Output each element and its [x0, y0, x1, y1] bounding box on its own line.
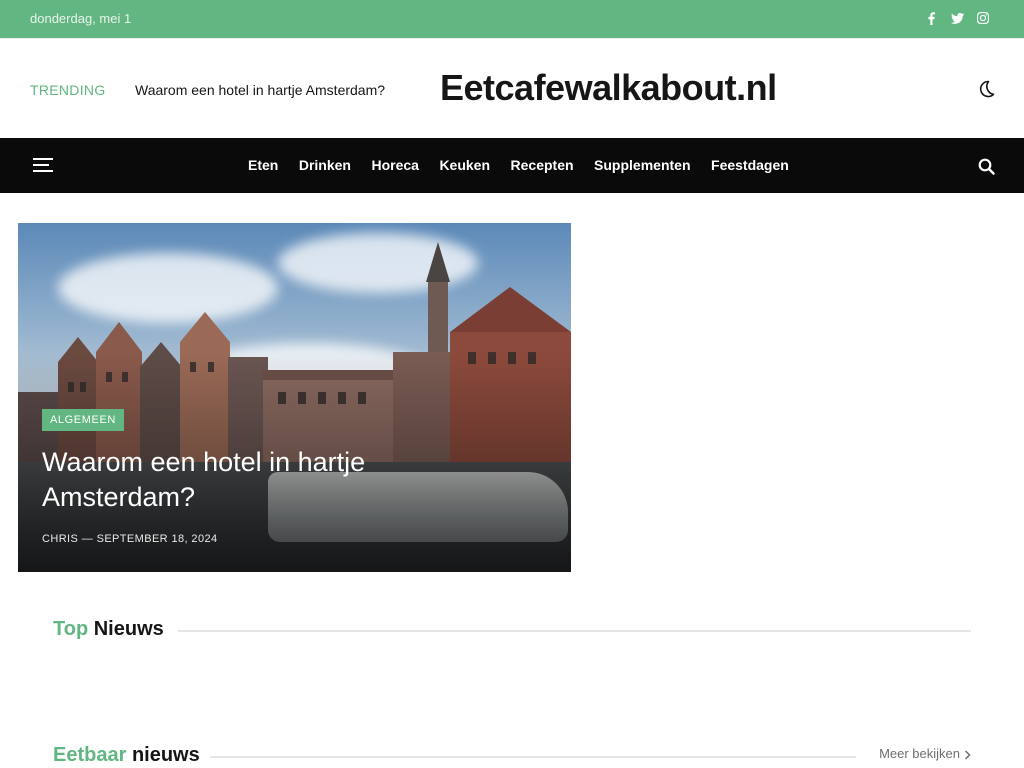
instagram-icon[interactable] — [976, 10, 990, 26]
nav-item-eten[interactable]: Eten — [248, 157, 278, 173]
moon-icon — [979, 80, 995, 98]
section-divider — [210, 756, 856, 758]
twitter-icon[interactable] — [950, 10, 964, 26]
current-date: donderdag, mei 1 — [30, 11, 132, 26]
post-author[interactable]: CHRIS — [42, 533, 78, 545]
menu-icon[interactable] — [33, 158, 53, 174]
nav-item-drinken[interactable]: Drinken — [299, 157, 351, 173]
section-title: Eetbaar nieuws — [53, 744, 200, 766]
post-meta: CHRIS — SEPTEMBER 18, 2024 — [42, 533, 218, 545]
featured-post[interactable]: ALGEMEEN Waarom een hotel in hartje Amst… — [18, 223, 571, 572]
facebook-icon[interactable] — [924, 10, 938, 26]
social-links — [924, 10, 990, 26]
section-eetbaar-nieuws: Eetbaar nieuws Meer bekijken — [53, 744, 971, 768]
category-badge[interactable]: ALGEMEEN — [42, 409, 124, 431]
post-date: SEPTEMBER 18, 2024 — [96, 533, 218, 545]
trending-link[interactable]: Waarom een hotel in hartje Amsterdam? — [135, 82, 385, 98]
main-nav: Eten Drinken Horeca Keuken Recepten Supp… — [0, 138, 1024, 193]
meta-separator: — — [81, 533, 94, 545]
nav-item-horeca[interactable]: Horeca — [371, 157, 418, 173]
nav-item-supplementen[interactable]: Supplementen — [594, 157, 690, 173]
section-divider — [178, 630, 971, 632]
featured-post-title[interactable]: Waarom een hotel in hartje Amsterdam? — [42, 445, 462, 515]
nav-item-recepten[interactable]: Recepten — [511, 157, 574, 173]
dark-mode-toggle[interactable] — [976, 79, 996, 99]
top-bar: donderdag, mei 1 — [0, 0, 1024, 38]
site-logo[interactable]: Eetcafewalkabout.nl — [440, 67, 777, 109]
search-icon — [978, 158, 995, 175]
site-header: TRENDING Waarom een hotel in hartje Amst… — [0, 38, 1024, 138]
search-button[interactable] — [978, 158, 995, 175]
nav-item-feestdagen[interactable]: Feestdagen — [711, 157, 789, 173]
section-top-nieuws: Top Nieuws — [53, 618, 971, 648]
chevron-right-icon — [964, 750, 971, 760]
nav-item-keuken[interactable]: Keuken — [439, 157, 490, 173]
section-title: Top Nieuws — [53, 618, 164, 640]
trending-label: TRENDING — [30, 82, 106, 98]
view-more-link[interactable]: Meer bekijken — [879, 746, 971, 761]
nav-menu: Eten Drinken Horeca Keuken Recepten Supp… — [248, 157, 809, 173]
